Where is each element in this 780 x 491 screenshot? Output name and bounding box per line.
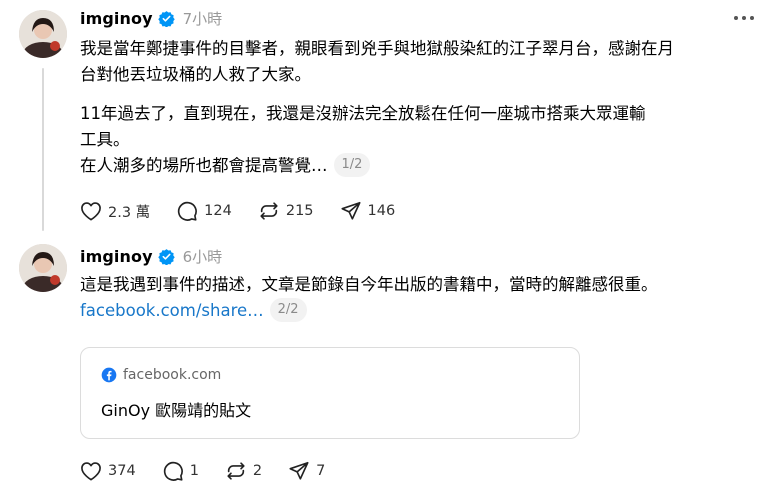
heart-icon <box>81 202 101 221</box>
like-count: 2.3 萬 <box>108 204 151 221</box>
like-count: 374 <box>108 463 136 479</box>
verified-badge-icon <box>157 248 175 265</box>
card-domain: facebook.com <box>123 367 222 383</box>
repost-count: 2 <box>252 463 263 479</box>
text-line: facebook.com/share… 2/2 <box>80 297 658 324</box>
comment-button[interactable]: 1 <box>162 460 199 482</box>
comment-icon <box>178 201 198 221</box>
post-paragraph: 這是我遇到事件的描述，文章是節錄自今年出版的書籍中，當時的解離感很重。 face… <box>80 272 658 324</box>
card-source: facebook.com <box>101 367 221 383</box>
repost-icon <box>260 202 278 220</box>
username[interactable]: imginoy <box>80 9 153 28</box>
thread-pager: 1/2 <box>333 152 371 177</box>
avatar[interactable] <box>19 244 67 292</box>
verified-badge-icon <box>157 10 175 27</box>
repost-icon <box>227 462 245 480</box>
comment-count: 124 <box>204 203 232 219</box>
send-icon <box>289 461 309 480</box>
thread-post: imginoy 6小時 這是我遇到事件的描述，文章是節錄自今年出版的書籍中，當時… <box>0 234 780 491</box>
comment-count: 1 <box>189 463 199 479</box>
thread-pager: 2/2 <box>269 297 307 322</box>
share-button[interactable]: 7 <box>288 460 325 482</box>
text-line: 我是當年鄭捷事件的目擊者，親眼看到兇手與地獄般染紅的江子翠月台，感謝在月 <box>80 39 674 58</box>
heart-icon <box>81 462 101 481</box>
truncated-text: 在人潮多的場所也都會提高警覺… <box>80 156 328 175</box>
thread-post: imginoy 7小時 我是當年鄭捷事件的目擊者，親眼看到兇手與地獄般染紅的江子… <box>0 0 780 234</box>
comment-button[interactable]: 124 <box>176 200 232 222</box>
post-header: imginoy 7小時 <box>80 7 222 29</box>
share-count: 146 <box>367 203 396 219</box>
text-line: 工具。 <box>80 130 130 149</box>
send-icon <box>341 201 361 220</box>
share-link[interactable]: facebook.com/share… <box>80 301 264 320</box>
like-button[interactable]: 2.3 萬 <box>80 201 150 222</box>
post-paragraph: 我是當年鄭捷事件的目擊者，親眼看到兇手與地獄般染紅的江子翠月台，感謝在月 台對他… <box>80 36 674 88</box>
avatar[interactable] <box>19 10 67 58</box>
like-button[interactable]: 374 <box>80 461 136 481</box>
share-count: 7 <box>316 463 326 479</box>
repost-button[interactable]: 2 <box>225 460 262 482</box>
post-actions: 2.3 萬 124 215 146 <box>80 199 421 223</box>
text-line: 在人潮多的場所也都會提高警覺… 1/2 <box>80 152 646 179</box>
link-preview-card[interactable]: facebook.com GinOy 歐陽靖的貼文 <box>80 347 580 439</box>
post-header: imginoy 6小時 <box>80 245 222 267</box>
post-time[interactable]: 7小時 <box>183 8 223 29</box>
thread-line <box>42 68 44 231</box>
comment-icon <box>163 461 183 481</box>
more-options-icon[interactable] <box>734 12 754 24</box>
repost-button[interactable]: 215 <box>258 200 314 222</box>
text-line: 11年過去了，直到現在，我還是沒辦法完全放鬆在任何一座城市搭乘大眾運輸 <box>80 104 646 123</box>
card-title: GinOy 歐陽靖的貼文 <box>101 401 252 420</box>
text-line: 台對他丟垃圾桶的人救了大家。 <box>80 65 311 84</box>
post-time[interactable]: 6小時 <box>183 246 223 267</box>
share-button[interactable]: 146 <box>340 200 396 222</box>
text-line: 這是我遇到事件的描述，文章是節錄自今年出版的書籍中，當時的解離感很重。 <box>80 275 658 294</box>
post-actions: 374 1 2 7 <box>80 459 351 483</box>
facebook-icon <box>101 367 117 383</box>
repost-count: 215 <box>285 203 314 219</box>
post-paragraph: 11年過去了，直到現在，我還是沒辦法完全放鬆在任何一座城市搭乘大眾運輸 工具。 … <box>80 101 646 179</box>
username[interactable]: imginoy <box>80 247 153 266</box>
